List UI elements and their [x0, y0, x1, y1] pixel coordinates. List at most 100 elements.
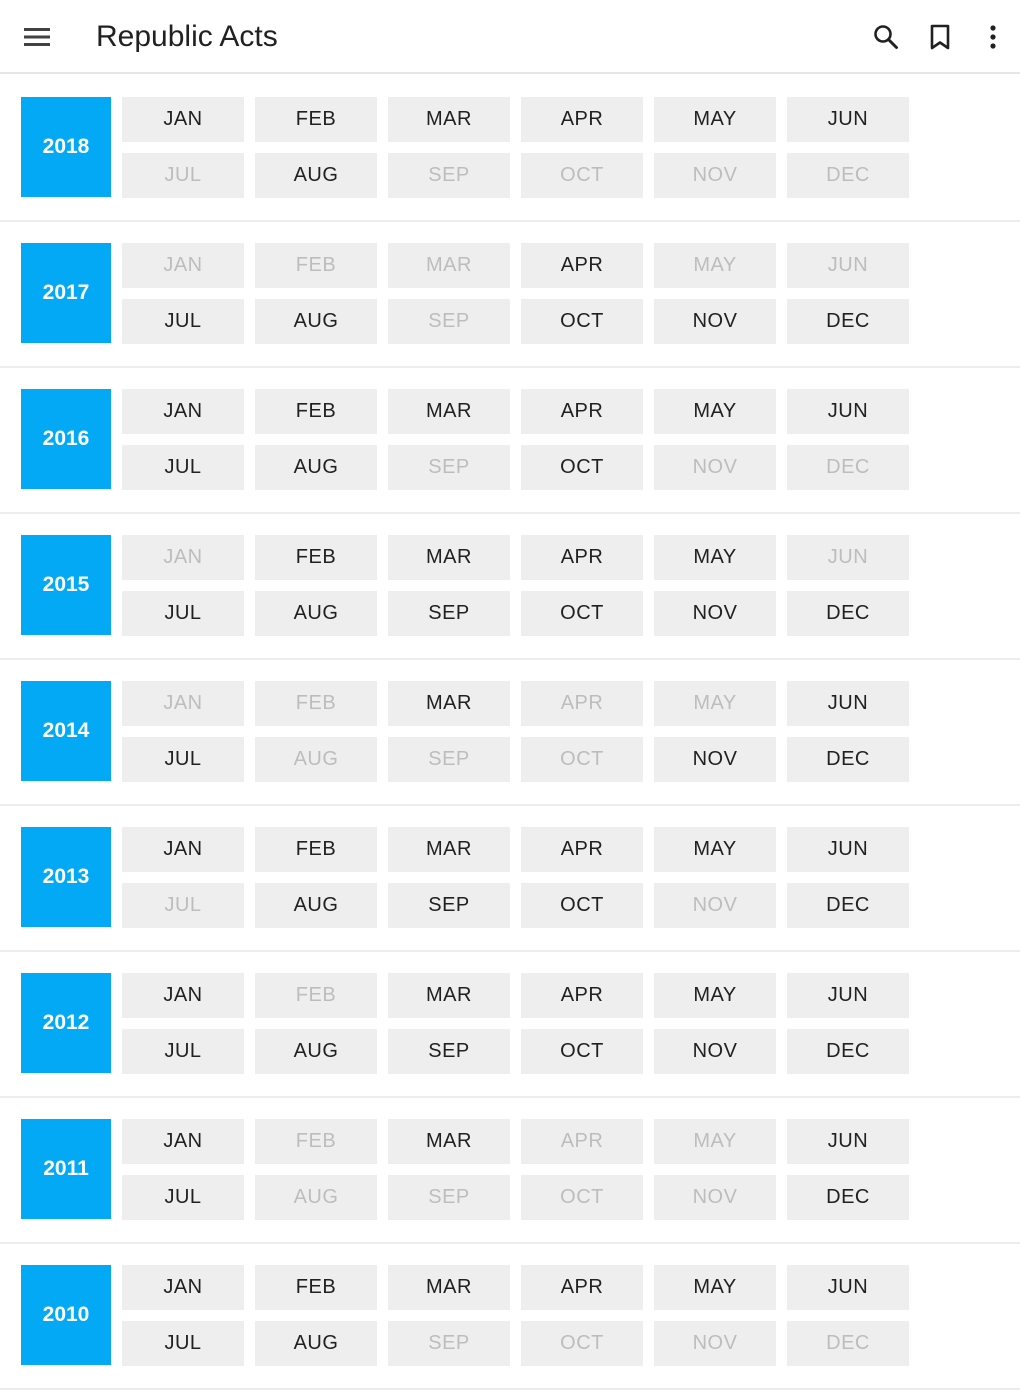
month-button-mar[interactable]: MAR	[388, 535, 510, 580]
month-button-dec[interactable]: DEC	[787, 299, 909, 344]
year-badge[interactable]: 2016	[21, 389, 111, 489]
year-row: 2010 JAN FEB MAR APR MAY JUN JUL AUG SEP OCT NOV DEC	[0, 1244, 1020, 1390]
month-button-jun[interactable]: JUN	[787, 681, 909, 726]
month-button-jul[interactable]: JUL	[122, 299, 244, 344]
month-button-apr: APR	[521, 681, 643, 726]
month-button-dec[interactable]: DEC	[787, 883, 909, 928]
month-button-may[interactable]: MAY	[654, 97, 776, 142]
month-button-nov[interactable]: NOV	[654, 737, 776, 782]
month-button-jul[interactable]: JUL	[122, 737, 244, 782]
year-badge[interactable]: 2014	[21, 681, 111, 781]
month-button-mar: MAR	[388, 243, 510, 288]
month-button-nov[interactable]: NOV	[654, 1029, 776, 1074]
month-button-jul[interactable]: JUL	[122, 445, 244, 490]
month-button-feb[interactable]: FEB	[255, 535, 377, 580]
month-button-may[interactable]: MAY	[654, 389, 776, 434]
month-button-dec[interactable]: DEC	[787, 1029, 909, 1074]
month-button-oct[interactable]: OCT	[521, 1029, 643, 1074]
month-button-oct[interactable]: OCT	[521, 883, 643, 928]
year-list: 2018 JAN FEB MAR APR MAY JUN JUL AUG SEP OCT NOV DEC…	[0, 76, 1020, 1390]
month-button-nov: NOV	[654, 153, 776, 198]
month-button-sep[interactable]: SEP	[388, 1029, 510, 1074]
month-button-jan[interactable]: JAN	[122, 973, 244, 1018]
year-badge[interactable]: 2010	[21, 1265, 111, 1365]
year-badge[interactable]: 2012	[21, 973, 111, 1073]
month-button-jan: JAN	[122, 243, 244, 288]
month-button-dec[interactable]: DEC	[787, 1175, 909, 1220]
month-button-sep[interactable]: SEP	[388, 883, 510, 928]
month-button-sep[interactable]: SEP	[388, 591, 510, 636]
month-button-jan[interactable]: JAN	[122, 1265, 244, 1310]
month-button-apr[interactable]: APR	[521, 973, 643, 1018]
month-button-jan: JAN	[122, 535, 244, 580]
month-grid: JAN FEB MAR APR MAY JUN JUL AUG SEP OCT NOV DEC	[122, 97, 909, 198]
month-button-jan[interactable]: JAN	[122, 389, 244, 434]
month-button-apr[interactable]: APR	[521, 389, 643, 434]
month-button-jul[interactable]: JUL	[122, 591, 244, 636]
month-grid: JAN FEB MAR APR MAY JUN JUL AUG SEP OCT NOV DEC	[122, 535, 909, 636]
month-button-aug[interactable]: AUG	[255, 1029, 377, 1074]
year-row: 2015 JAN FEB MAR APR MAY JUN JUL AUG SEP OCT NOV DEC	[0, 514, 1020, 660]
year-badge[interactable]: 2017	[21, 243, 111, 343]
search-icon[interactable]	[863, 14, 909, 60]
month-button-oct[interactable]: OCT	[521, 445, 643, 490]
year-badge[interactable]: 2013	[21, 827, 111, 927]
month-button-aug[interactable]: AUG	[255, 883, 377, 928]
year-badge[interactable]: 2018	[21, 97, 111, 197]
month-button-sep: SEP	[388, 299, 510, 344]
month-button-apr[interactable]: APR	[521, 97, 643, 142]
month-button-nov[interactable]: NOV	[654, 591, 776, 636]
month-button-jun[interactable]: JUN	[787, 1119, 909, 1164]
month-button-mar[interactable]: MAR	[388, 1265, 510, 1310]
month-button-jul[interactable]: JUL	[122, 1175, 244, 1220]
month-button-aug[interactable]: AUG	[255, 591, 377, 636]
menu-icon[interactable]	[14, 14, 60, 60]
year-badge[interactable]: 2011	[21, 1119, 111, 1219]
month-button-apr[interactable]: APR	[521, 827, 643, 872]
page-title: Republic Acts	[96, 20, 278, 53]
month-button-apr[interactable]: APR	[521, 243, 643, 288]
month-button-dec[interactable]: DEC	[787, 591, 909, 636]
month-button-jun[interactable]: JUN	[787, 827, 909, 872]
month-button-jan[interactable]: JAN	[122, 97, 244, 142]
month-button-feb[interactable]: FEB	[255, 1265, 377, 1310]
month-button-jul[interactable]: JUL	[122, 1029, 244, 1074]
month-button-feb[interactable]: FEB	[255, 389, 377, 434]
bookmark-icon[interactable]	[917, 14, 963, 60]
month-button-jul[interactable]: JUL	[122, 1321, 244, 1366]
month-button-apr[interactable]: APR	[521, 535, 643, 580]
month-button-aug[interactable]: AUG	[255, 445, 377, 490]
month-button-mar[interactable]: MAR	[388, 973, 510, 1018]
year-row: 2016 JAN FEB MAR APR MAY JUN JUL AUG SEP OCT NOV DEC	[0, 368, 1020, 514]
month-button-may[interactable]: MAY	[654, 1265, 776, 1310]
month-button-mar[interactable]: MAR	[388, 389, 510, 434]
month-button-feb[interactable]: FEB	[255, 827, 377, 872]
month-button-mar[interactable]: MAR	[388, 97, 510, 142]
month-button-nov[interactable]: NOV	[654, 299, 776, 344]
month-button-jul: JUL	[122, 883, 244, 928]
month-button-mar[interactable]: MAR	[388, 1119, 510, 1164]
month-button-feb[interactable]: FEB	[255, 97, 377, 142]
more-vert-icon[interactable]	[970, 14, 1016, 60]
month-button-jun[interactable]: JUN	[787, 389, 909, 434]
year-badge[interactable]: 2015	[21, 535, 111, 635]
month-button-may[interactable]: MAY	[654, 535, 776, 580]
month-button-oct[interactable]: OCT	[521, 591, 643, 636]
month-button-oct[interactable]: OCT	[521, 299, 643, 344]
month-button-jun[interactable]: JUN	[787, 1265, 909, 1310]
month-button-nov: NOV	[654, 883, 776, 928]
month-button-feb: FEB	[255, 1119, 377, 1164]
month-button-apr[interactable]: APR	[521, 1265, 643, 1310]
month-button-aug[interactable]: AUG	[255, 1321, 377, 1366]
month-button-jun[interactable]: JUN	[787, 97, 909, 142]
month-button-aug[interactable]: AUG	[255, 153, 377, 198]
month-button-aug[interactable]: AUG	[255, 299, 377, 344]
month-button-may[interactable]: MAY	[654, 827, 776, 872]
month-button-dec[interactable]: DEC	[787, 737, 909, 782]
month-button-jan[interactable]: JAN	[122, 827, 244, 872]
month-button-may[interactable]: MAY	[654, 973, 776, 1018]
month-button-jan[interactable]: JAN	[122, 1119, 244, 1164]
month-button-mar[interactable]: MAR	[388, 827, 510, 872]
month-button-mar[interactable]: MAR	[388, 681, 510, 726]
month-button-jun[interactable]: JUN	[787, 973, 909, 1018]
